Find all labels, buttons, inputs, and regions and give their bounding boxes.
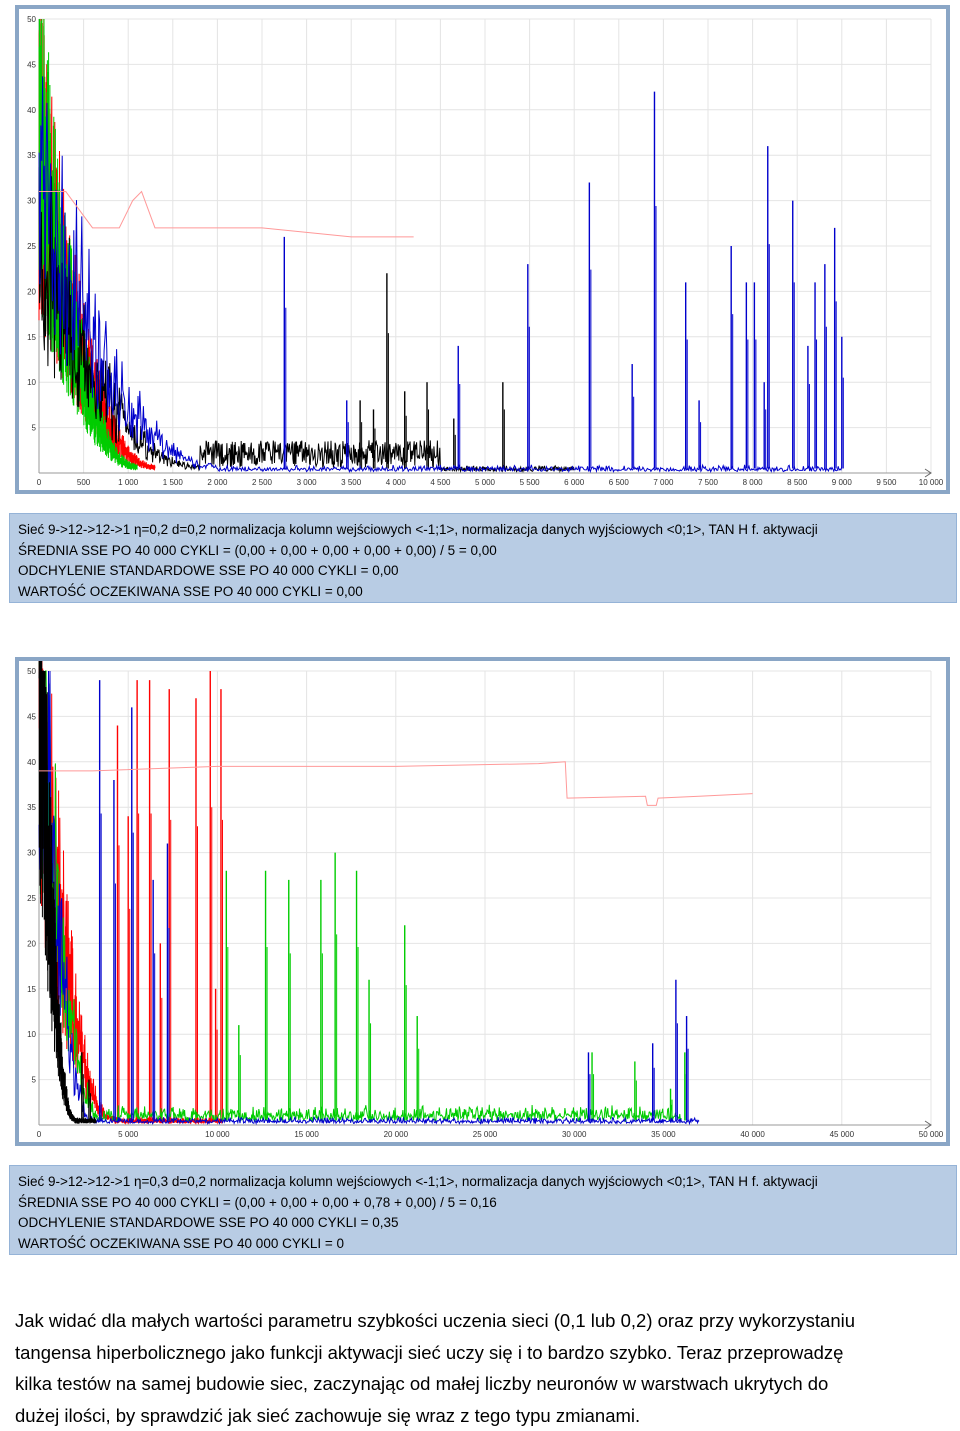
series-line	[39, 76, 843, 471]
y-tick-label: 40	[27, 758, 36, 767]
y-tick-label: 40	[27, 106, 36, 115]
x-tick-label: 500	[77, 478, 91, 487]
x-tick-label: 0	[37, 1130, 42, 1139]
caption-mean-line: ŚREDNIA SSE PO 40 000 CYKLI = (0,00 + 0,…	[18, 541, 948, 562]
y-tick-label: 5	[32, 424, 37, 433]
y-tick-label: 5	[32, 1076, 37, 1085]
x-tick-label: 8 000	[743, 478, 764, 487]
caption-stddev-line: ODCHYLENIE STANDARDOWE SSE PO 40 000 CYK…	[18, 1213, 948, 1234]
y-tick-label: 15	[27, 333, 36, 342]
x-tick-label: 5 000	[118, 1130, 139, 1139]
caption-network-line: Sieć 9->12->12->1 η=0,2 d=0,2 normalizac…	[18, 520, 948, 541]
paragraph-line: kilka testów na samej budowie siec, zacz…	[15, 1368, 947, 1400]
caption-expected-line: WARTOŚĆ OCZEKIWANA SSE PO 40 000 CYKLI =…	[18, 1234, 948, 1255]
x-tick-label: 3 000	[297, 478, 318, 487]
y-tick-label: 15	[27, 985, 36, 994]
y-tick-label: 50	[27, 15, 36, 24]
chart-2: 5 10 15 20 25 30 35 40 45 50 0 5 000 10 000 15 000 20 …	[19, 661, 946, 1142]
x-tick-label: 9 000	[832, 478, 853, 487]
x-tick-label: 0	[37, 478, 42, 487]
x-tick-label: 25 000	[473, 1130, 498, 1139]
y-tick-label: 20	[27, 287, 36, 296]
caption-mean-line: ŚREDNIA SSE PO 40 000 CYKLI = (0,00 + 0,…	[18, 1193, 948, 1214]
x-tick-label: 7 500	[698, 478, 719, 487]
x-tick-label: 1 000	[118, 478, 139, 487]
y-tick-label: 25	[27, 242, 36, 251]
series-line	[39, 661, 686, 1122]
body-paragraph: Jak widać dla małych wartości parametru …	[15, 1305, 947, 1431]
x-tick-label: 7 000	[653, 478, 674, 487]
series-line	[39, 661, 223, 1124]
caption-stddev-line: ODCHYLENIE STANDARDOWE SSE PO 40 000 CYK…	[18, 561, 948, 582]
x-tick-label: 30 000	[562, 1130, 587, 1139]
chart-2-frame: 5 10 15 20 25 30 35 40 45 50 0 5 000 10 000 15 000 20 …	[15, 657, 950, 1146]
chart-1-caption: Sieć 9->12->12->1 η=0,2 d=0,2 normalizac…	[9, 513, 957, 603]
x-tick-label: 2 500	[252, 478, 273, 487]
x-tick-label: 5 500	[520, 478, 541, 487]
y-tick-label: 10	[27, 378, 36, 387]
x-tick-label: 2 000	[207, 478, 228, 487]
chart-1: 510152025303540455005001 0001 5002 0002 …	[19, 9, 946, 490]
y-tick-label: 30	[27, 849, 36, 858]
x-tick-label: 10 000	[919, 478, 944, 487]
y-tick-label: 25	[27, 894, 36, 903]
x-tick-label: 40 000	[740, 1130, 765, 1139]
paragraph-line: tangensa hiperbolicznego jako funkcji ak…	[15, 1337, 947, 1369]
y-tick-label: 35	[27, 151, 36, 160]
chart-1-frame: 510152025303540455005001 0001 5002 0002 …	[15, 5, 950, 494]
y-tick-label: 10	[27, 1030, 36, 1039]
x-tick-label: 8 500	[787, 478, 808, 487]
x-tick-label: 5 000	[475, 478, 496, 487]
x-tick-label: 3 500	[341, 478, 362, 487]
y-tick-label: 20	[27, 939, 36, 948]
caption-expected-line: WARTOŚĆ OCZEKIWANA SSE PO 40 000 CYKLI =…	[18, 582, 948, 603]
x-tick-label: 4 000	[386, 478, 407, 487]
y-tick-label: 50	[27, 667, 36, 676]
y-tick-label: 35	[27, 803, 36, 812]
paragraph-line: dużej ilości, by sprawdzić jak sieć zach…	[15, 1400, 947, 1431]
x-tick-label: 45 000	[830, 1130, 855, 1139]
x-tick-label: 35 000	[651, 1130, 676, 1139]
chart-2-caption: Sieć 9->12->12->1 η=0,3 d=0,2 normalizac…	[9, 1165, 957, 1255]
x-tick-label: 50 000	[919, 1130, 944, 1139]
x-tick-label: 20 000	[384, 1130, 409, 1139]
x-tick-label: 6 000	[564, 478, 585, 487]
y-tick-label: 30	[27, 197, 36, 206]
x-tick-label: 9 500	[876, 478, 897, 487]
x-tick-label: 1 500	[163, 478, 184, 487]
y-tick-label: 45	[27, 712, 36, 721]
x-tick-label: 6 500	[609, 478, 630, 487]
x-tick-label: 15 000	[294, 1130, 319, 1139]
paragraph-line: Jak widać dla małych wartości parametru …	[15, 1305, 947, 1337]
x-tick-label: 4 500	[430, 478, 451, 487]
x-tick-label: 10 000	[205, 1130, 230, 1139]
series-line	[39, 192, 414, 237]
y-tick-label: 45	[27, 60, 36, 69]
caption-network-line: Sieć 9->12->12->1 η=0,3 d=0,2 normalizac…	[18, 1172, 948, 1193]
